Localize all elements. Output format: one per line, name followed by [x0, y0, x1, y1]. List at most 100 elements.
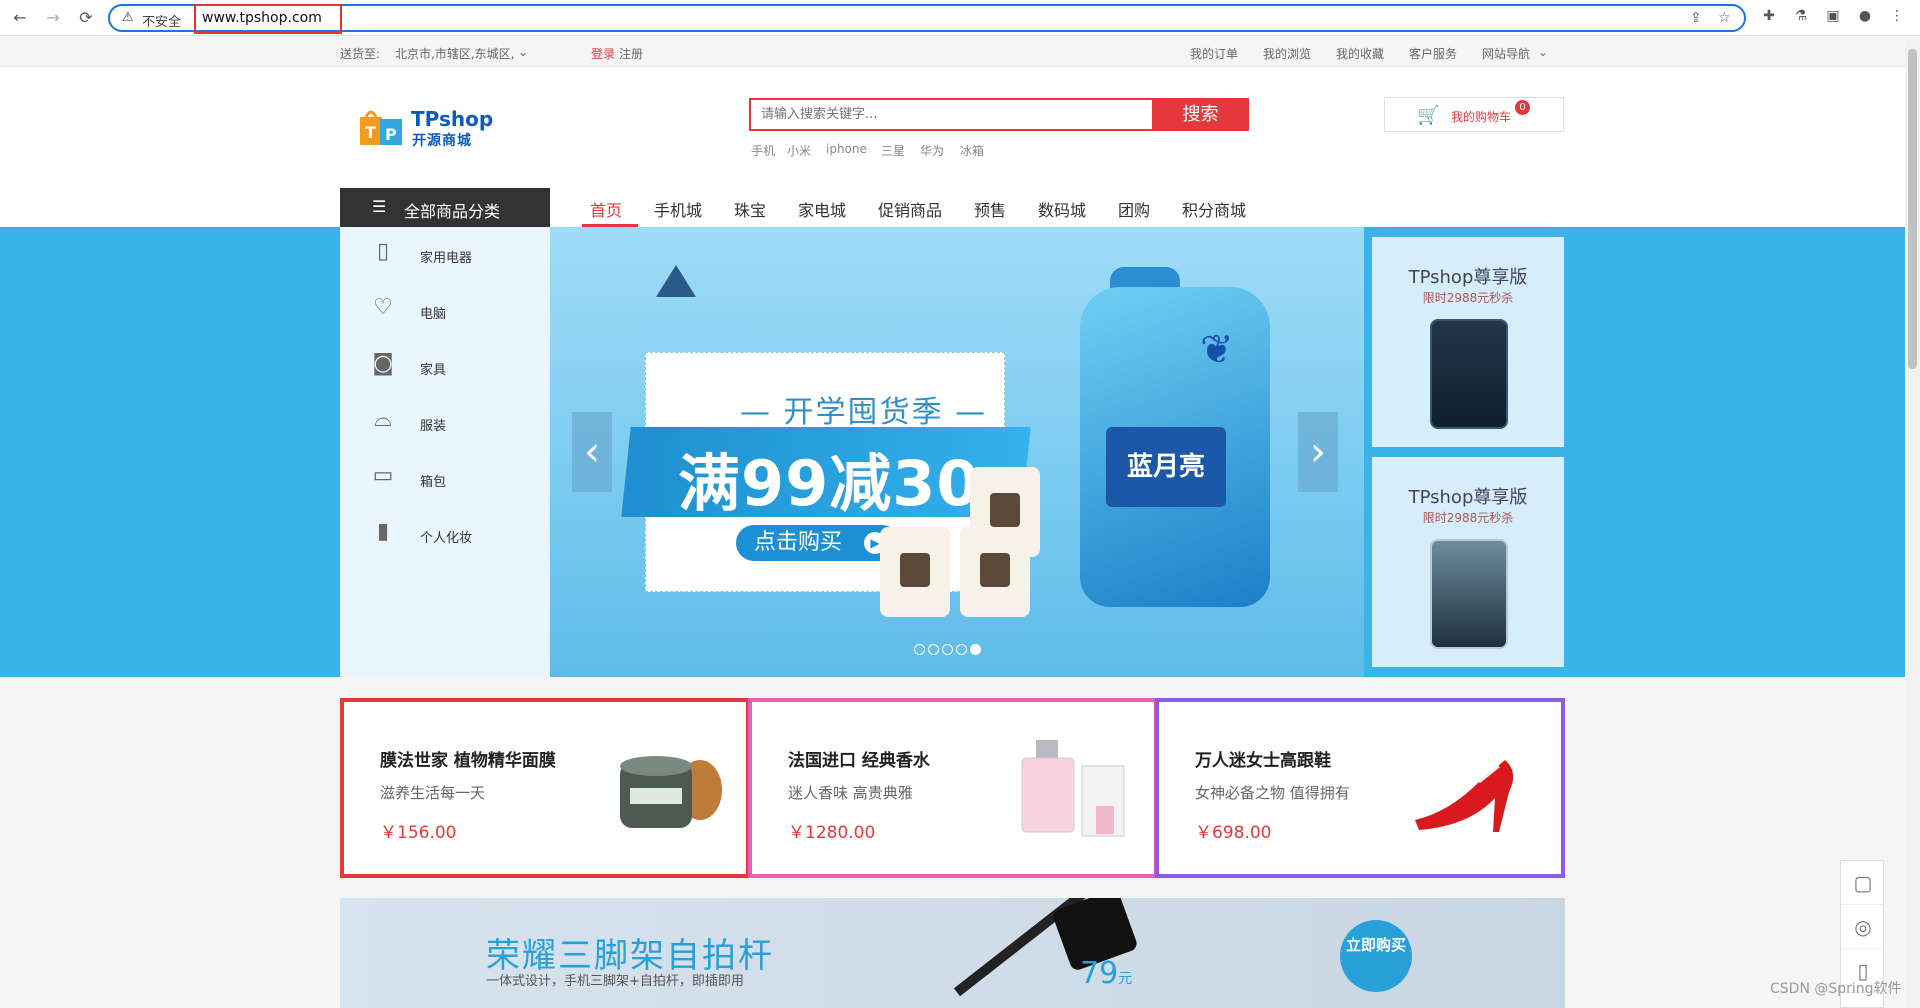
- tissue-label: [900, 553, 930, 587]
- product-desc: 女神必备之物 值得拥有: [1195, 784, 1350, 802]
- menu-icon[interactable]: ⋮: [1888, 8, 1906, 26]
- side-ad[interactable]: TPshop尊享版 限时2988元秒杀: [1372, 237, 1564, 447]
- product-card[interactable]: 膜法世家 植物精华面膜 滋养生活每一天 ￥156.00: [340, 698, 750, 878]
- side-ad[interactable]: TPshop尊享版 限时2988元秒杀: [1372, 457, 1564, 667]
- search-input[interactable]: [749, 98, 1152, 131]
- category-item[interactable]: ▮ 个人化妆: [340, 507, 550, 563]
- top-bar: 送货至: 北京市,市辖区,东城区, ⌄ 登录 注册 我的订单 我的浏览 我的收藏…: [0, 37, 1905, 67]
- high-heel-image: [1415, 760, 1514, 832]
- sidepanel-icon[interactable]: ▣: [1824, 8, 1842, 26]
- next-slide-button[interactable]: ›: [1298, 412, 1338, 492]
- product-name: 法国进口 经典香水: [788, 751, 930, 771]
- search-button[interactable]: 搜索: [1152, 98, 1249, 131]
- hot-word[interactable]: 冰箱: [960, 142, 984, 159]
- category-label: 服装: [420, 419, 447, 434]
- side-ad-title: TPshop尊享版: [1408, 267, 1528, 288]
- slide-dot[interactable]: [970, 644, 981, 655]
- hot-word[interactable]: 手机: [751, 142, 775, 159]
- back-icon[interactable]: ←: [10, 8, 30, 28]
- perfume-image: [1021, 740, 1125, 837]
- slide-dot[interactable]: [942, 644, 953, 655]
- sofa-icon: ⌓: [374, 407, 392, 432]
- logo-subtitle: 开源商城: [412, 133, 472, 149]
- ship-to-value[interactable]: 北京市,市辖区,东城区,: [395, 45, 514, 62]
- promo-slide[interactable]: — 开学囤货季 — 满99减30 点击购买 ▶ 蓝月亮 ❦ ‹ ›: [550, 227, 1364, 677]
- product-price: ￥1280.00: [788, 823, 876, 843]
- warning-icon: ⚠: [122, 10, 134, 25]
- hot-word[interactable]: iphone: [826, 142, 867, 156]
- forward-icon[interactable]: →: [43, 8, 63, 28]
- browser-toolbar: ← → ⟳ ⚠ 不安全 www.tpshop.com ⇪ ☆ ✚ ⚗ ▣ ● ⋮: [0, 0, 1920, 36]
- product-desc: 迷人香味 高贵典雅: [788, 784, 913, 802]
- promo-title-text: 开学囤货季: [783, 395, 944, 430]
- nav-phone-city[interactable]: 手机城: [654, 197, 702, 221]
- category-item[interactable]: ▯ 家用电器: [340, 227, 550, 283]
- extensions-icon[interactable]: ✚: [1760, 8, 1778, 26]
- slide-dot[interactable]: [914, 644, 925, 655]
- logo-icon[interactable]: T P: [358, 105, 406, 147]
- message-icon[interactable]: ▢: [1841, 861, 1885, 905]
- slide-dot[interactable]: [956, 644, 967, 655]
- nav-presale[interactable]: 预售: [974, 197, 1006, 221]
- lipstick-icon: ▮: [376, 519, 390, 544]
- hot-word[interactable]: 小米: [787, 142, 811, 159]
- my-orders-link[interactable]: 我的订单: [1190, 45, 1238, 62]
- scrollbar[interactable]: [1905, 37, 1920, 1008]
- chevron-down-icon[interactable]: ⌄: [518, 45, 528, 59]
- my-favorites-link[interactable]: 我的收藏: [1336, 45, 1384, 62]
- lab-icon[interactable]: ⚗: [1792, 8, 1810, 26]
- product-card[interactable]: 万人迷女士高跟鞋 女神必备之物 值得拥有 ￥698.00: [1155, 698, 1565, 878]
- profile-icon[interactable]: ●: [1856, 8, 1874, 26]
- buy-now-button[interactable]: 点击购买 ▶: [736, 525, 900, 561]
- nav-home[interactable]: 首页: [590, 197, 622, 221]
- share-icon[interactable]: ⇪: [1690, 10, 1702, 26]
- wechat-icon[interactable]: ◎: [1841, 905, 1885, 949]
- url-text[interactable]: www.tpshop.com: [194, 4, 342, 34]
- customer-service-link[interactable]: 客户服务: [1409, 45, 1457, 62]
- hot-word[interactable]: 华为: [920, 142, 944, 159]
- bottle-label: 蓝月亮: [1106, 427, 1226, 507]
- product-desc: 滋养生活每一天: [380, 784, 486, 802]
- phone-image: [1430, 539, 1508, 649]
- prev-slide-button[interactable]: ‹: [572, 412, 612, 492]
- category-item[interactable]: ♡ 电脑: [340, 283, 550, 339]
- side-ad-subtitle: 限时2988元秒杀: [1422, 511, 1514, 525]
- svg-text:T: T: [365, 123, 376, 142]
- logo-text[interactable]: TPshop: [411, 107, 493, 131]
- cart-label: 我的购物车: [1451, 110, 1512, 124]
- my-browsing-link[interactable]: 我的浏览: [1263, 45, 1311, 62]
- product-name: 万人迷女士高跟鞋: [1195, 751, 1331, 771]
- featured-products: 膜法世家 植物精华面膜 滋养生活每一天 ￥156.00 法国进口 经典香水 迷人…: [340, 698, 1565, 878]
- slide-dot[interactable]: [928, 644, 939, 655]
- cart-count-badge: 0: [1515, 100, 1530, 115]
- category-label: 电脑: [420, 307, 447, 322]
- product-price: ￥156.00: [380, 823, 457, 843]
- scrollbar-thumb[interactable]: [1908, 49, 1917, 369]
- tissue-label: [990, 493, 1020, 527]
- star-icon[interactable]: ☆: [1718, 10, 1731, 26]
- chevron-down-icon[interactable]: ⌄: [1538, 45, 1548, 59]
- butterfly-icon: ❦: [1200, 327, 1234, 373]
- product-card[interactable]: 法国进口 经典香水 迷人香味 高贵典雅 ￥1280.00: [748, 698, 1158, 878]
- cart-button[interactable]: 🛒 我的购物车 0: [1384, 97, 1564, 132]
- category-label: 箱包: [420, 475, 447, 490]
- login-link[interactable]: 登录: [591, 45, 615, 62]
- reload-icon[interactable]: ⟳: [76, 8, 96, 28]
- category-item[interactable]: ⌓ 服装: [340, 395, 550, 451]
- category-item[interactable]: ▭ 箱包: [340, 451, 550, 507]
- triangle-decoration: [656, 265, 696, 297]
- nav-digital-city[interactable]: 数码城: [1038, 197, 1086, 221]
- nav-appliance-city[interactable]: 家电城: [798, 197, 846, 221]
- nav-jewelry[interactable]: 珠宝: [734, 197, 766, 221]
- nav-promotions[interactable]: 促销商品: [878, 197, 942, 221]
- site-nav-link[interactable]: 网站导航: [1482, 45, 1530, 62]
- buy-now-circle-button[interactable]: 立即购买: [1340, 920, 1412, 992]
- all-categories-header[interactable]: ☰ 全部商品分类: [340, 188, 550, 227]
- address-bar[interactable]: ⚠ 不安全 www.tpshop.com ⇪ ☆: [108, 4, 1746, 34]
- category-item[interactable]: ◙ 家具: [340, 339, 550, 395]
- hot-word[interactable]: 三星: [881, 142, 905, 159]
- selfie-stick-banner[interactable]: 荣耀三脚架自拍杆 一体式设计，手机三脚架+自拍杆，即插即用 79元 立即购买: [340, 898, 1565, 1008]
- register-link[interactable]: 注册: [619, 45, 643, 62]
- nav-points-mall[interactable]: 积分商城: [1182, 197, 1246, 221]
- nav-group-buy[interactable]: 团购: [1118, 197, 1150, 221]
